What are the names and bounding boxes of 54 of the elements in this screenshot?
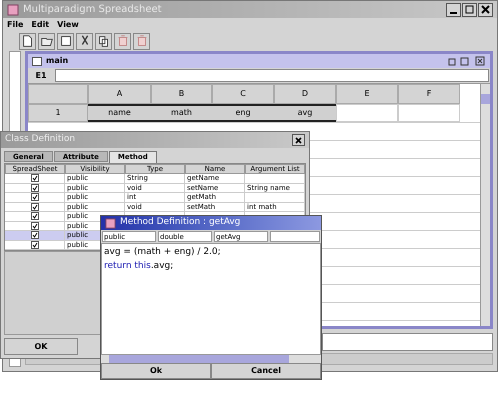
table-cell[interactable]: math bbox=[151, 104, 212, 122]
app-icon bbox=[105, 218, 116, 228]
close-icon bbox=[295, 136, 302, 144]
frame-controls-icon[interactable] bbox=[448, 56, 486, 66]
column-header: B bbox=[151, 84, 212, 104]
window-title: Class Definition bbox=[5, 133, 76, 146]
save-icon[interactable] bbox=[57, 32, 74, 50]
text-field[interactable] bbox=[322, 333, 493, 351]
cancel-button[interactable]: Cancel bbox=[211, 363, 321, 379]
menu-item[interactable]: View bbox=[57, 18, 79, 30]
table-cell[interactable] bbox=[336, 104, 398, 122]
frame-icon bbox=[32, 56, 42, 66]
checkbox[interactable] bbox=[30, 212, 38, 220]
formula-field[interactable] bbox=[55, 69, 489, 82]
app-icon bbox=[7, 4, 19, 16]
copy-icon[interactable] bbox=[95, 32, 112, 50]
cell-reference: E1 bbox=[34, 70, 48, 82]
column-header: A bbox=[88, 84, 151, 104]
table-cell[interactable] bbox=[398, 104, 460, 122]
column-header: C bbox=[212, 84, 274, 104]
input-field[interactable] bbox=[270, 231, 320, 242]
table-cell[interactable]: eng bbox=[212, 104, 274, 122]
new-icon[interactable] bbox=[19, 32, 36, 50]
minimize-button[interactable] bbox=[446, 2, 461, 16]
open-icon[interactable] bbox=[38, 32, 55, 50]
code-editor[interactable]: avg = (math + eng) / 2.0; return this.avg; bbox=[101, 243, 321, 355]
ok-button[interactable]: OK bbox=[4, 338, 78, 355]
column-header: F bbox=[398, 84, 460, 104]
table-cell[interactable]: name bbox=[88, 104, 151, 122]
table-cell[interactable]: avg bbox=[274, 104, 336, 122]
menu-item[interactable]: Edit bbox=[31, 18, 50, 30]
horizontal-scrollbar[interactable] bbox=[101, 355, 321, 363]
vertical-scrollbar[interactable] bbox=[480, 84, 490, 326]
cut-icon[interactable] bbox=[76, 32, 93, 50]
empty-cell bbox=[245, 193, 305, 202]
column-header: D bbox=[274, 84, 336, 104]
window-title: Multiparadigm Spreadsheet bbox=[23, 3, 163, 17]
maximize-icon bbox=[465, 5, 474, 14]
maximize-button[interactable] bbox=[462, 2, 477, 16]
close-button[interactable] bbox=[292, 134, 305, 146]
close-button[interactable] bbox=[478, 2, 493, 16]
row-header: 1 bbox=[28, 104, 88, 122]
ok-button[interactable]: Ok bbox=[101, 363, 211, 379]
close-icon bbox=[481, 5, 490, 14]
minimize-icon bbox=[450, 12, 457, 14]
menu-item[interactable]: File bbox=[7, 18, 24, 30]
checkbox[interactable] bbox=[30, 174, 38, 182]
checkbox[interactable] bbox=[30, 193, 38, 202]
empty-cell bbox=[245, 174, 305, 184]
sheet-title: main bbox=[46, 55, 70, 67]
column-header: E bbox=[336, 84, 398, 104]
code-text: .avg; bbox=[150, 260, 174, 272]
code-keyword: return this bbox=[104, 260, 151, 272]
checkbox[interactable] bbox=[30, 231, 38, 240]
